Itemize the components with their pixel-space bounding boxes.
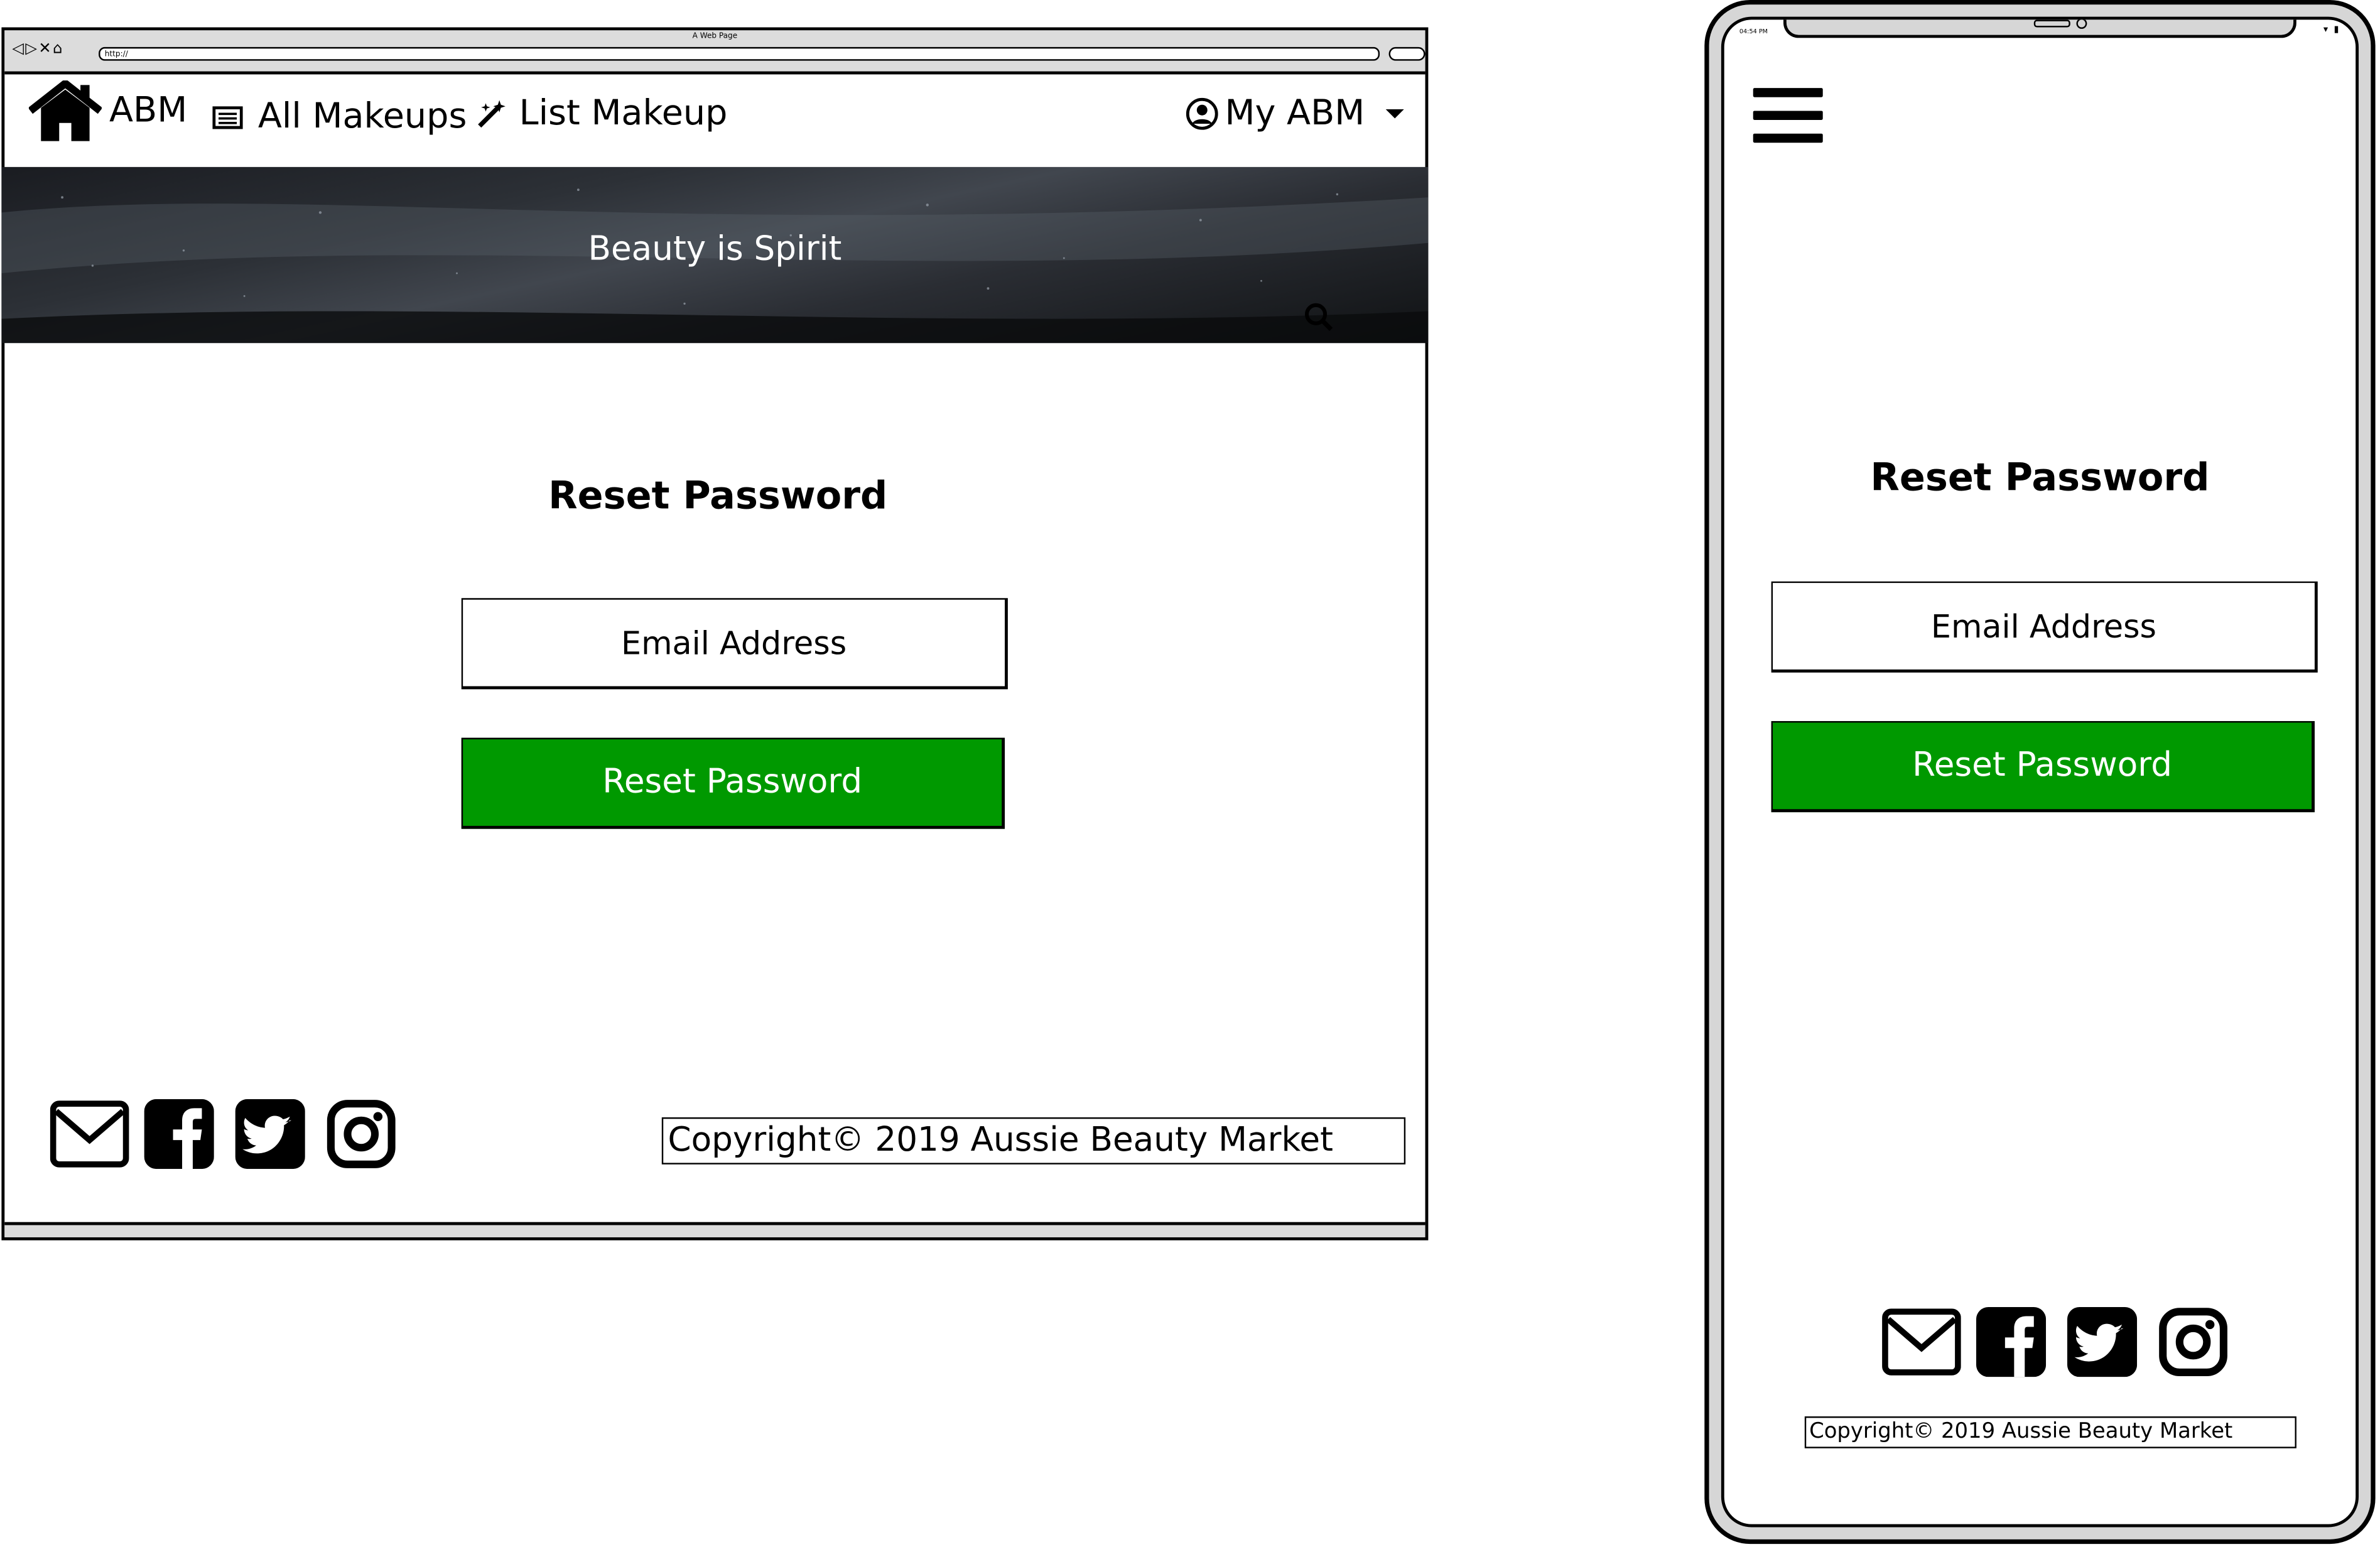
instagram-icon[interactable] [2158, 1307, 2228, 1377]
mobile-phone-frame: 04:54 PM ▾ ▮ Reset Password Email Addres… [1704, 0, 2376, 1544]
browser-search-field[interactable] [1388, 46, 1425, 61]
close-icon[interactable]: ✕ [38, 41, 53, 58]
list-makeup-label: List Makeup [519, 94, 728, 134]
user-circle-icon [1186, 97, 1218, 130]
hero-tagline: Beauty is Spirit [588, 231, 842, 269]
speaker-grille [2033, 19, 2070, 28]
nav-account-dropdown[interactable]: My ABM [1186, 94, 1405, 134]
mobile-screen: 04:54 PM ▾ ▮ Reset Password Email Addres… [1721, 16, 2359, 1528]
top-navigation: ABM All Makeups List Makeup My ABM [4, 74, 1425, 166]
hamburger-menu-icon[interactable] [1753, 85, 1823, 146]
account-label: My ABM [1225, 94, 1365, 134]
phone-notch [1783, 19, 2296, 38]
facebook-icon[interactable] [1976, 1307, 2046, 1377]
social-links [50, 1099, 396, 1169]
envelope-icon[interactable] [50, 1099, 129, 1169]
email-field[interactable]: Email Address [461, 598, 1008, 690]
browser-nav-buttons: ◁▷✕⌂ [12, 41, 64, 58]
search-icon[interactable] [1304, 302, 1334, 332]
instagram-icon[interactable] [327, 1099, 396, 1169]
forward-icon[interactable]: ▷ [25, 41, 38, 58]
browser-chrome: A Web Page ◁▷✕⌂ http:// [4, 30, 1425, 75]
wireframe-canvas: A Web Page ◁▷✕⌂ http:// ABM All Makeups … [0, 0, 2380, 1547]
twitter-icon[interactable] [235, 1099, 305, 1169]
envelope-icon[interactable] [1882, 1307, 1961, 1377]
magic-wand-icon [478, 100, 506, 128]
page-title: Reset Password [548, 474, 888, 518]
all-makeups-label: All Makeups [257, 97, 467, 137]
nav-list-makeup[interactable]: List Makeup [477, 94, 727, 134]
caret-down-icon [1386, 109, 1405, 119]
back-icon[interactable]: ◁ [12, 41, 25, 58]
nav-all-makeups[interactable]: All Makeups [212, 97, 467, 137]
copyright-text: Copyright© 2019 Aussie Beauty Market [1804, 1416, 2296, 1448]
twitter-icon[interactable] [2067, 1307, 2137, 1377]
email-field[interactable]: Email Address [1771, 581, 2318, 673]
copyright-text: Copyright© 2019 Aussie Beauty Market [661, 1117, 1406, 1164]
window-title: A Web Page [692, 31, 738, 41]
status-time: 04:54 PM [1739, 27, 1768, 35]
list-icon [212, 105, 243, 129]
page-title: Reset Password [1870, 455, 2210, 500]
hero-banner: Beauty is Spirit [1, 166, 1429, 344]
reset-password-button[interactable]: Reset Password [1771, 721, 2315, 813]
nav-brand[interactable]: ABM [28, 80, 188, 141]
reset-password-button[interactable]: Reset Password [461, 737, 1005, 829]
status-icons: ▾ ▮ [2323, 24, 2341, 35]
home-small-icon[interactable]: ⌂ [53, 41, 64, 58]
browser-statusbar [4, 1222, 1425, 1237]
front-camera [2076, 19, 2087, 29]
home-icon [28, 80, 102, 141]
facebook-icon[interactable] [144, 1099, 214, 1169]
social-links [1882, 1307, 2228, 1377]
url-bar[interactable]: http:// [99, 46, 1380, 61]
desktop-browser-window: A Web Page ◁▷✕⌂ http:// ABM All Makeups … [1, 27, 1429, 1240]
brand-label: ABM [109, 91, 188, 131]
